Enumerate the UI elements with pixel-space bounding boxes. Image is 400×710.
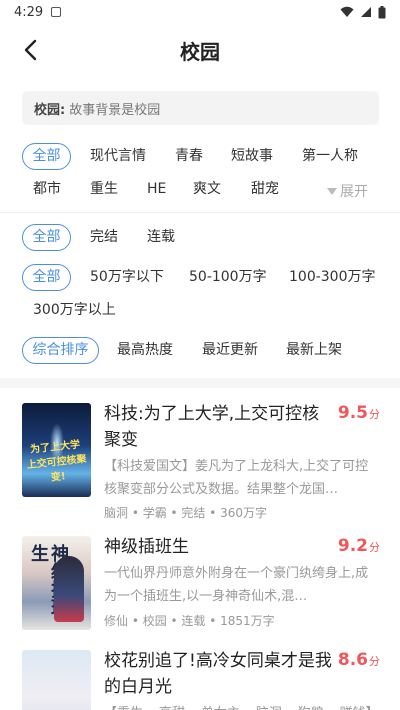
signal-icon [361, 7, 371, 17]
nav-bar: 校园 [0, 24, 400, 74]
cover-text: 为了上大学 上交可控核聚变! [26, 439, 88, 484]
divider [0, 212, 400, 213]
category-chip[interactable]: 重生 [90, 176, 118, 203]
category-chip[interactable]: 第一人称 [302, 143, 358, 170]
book-score-unit: 分 [369, 655, 380, 668]
book-item[interactable]: 神级插班生 神级插班生 9.2分 一代仙界丹师意外附身在一个豪门纨绔身上,成为一… [0, 536, 400, 662]
book-cover: 神级插班生 [22, 536, 91, 630]
page-title: 校园 [180, 40, 220, 64]
book-meta: 脑洞 • 学霸 • 完结 • 360万字 [104, 506, 268, 520]
word-count-chip[interactable]: 100-300万字 [289, 264, 376, 291]
status-bar: 4:29 [0, 0, 400, 24]
category-all-chip[interactable]: 全部 [22, 143, 71, 170]
battery-icon [378, 5, 386, 18]
status-time: 4:29 [14, 4, 44, 20]
book-score: 9.5分 [338, 403, 380, 423]
book-title: 神级插班生 [104, 537, 189, 557]
book-cover [22, 650, 91, 710]
expand-button[interactable]: 展开 [327, 181, 368, 201]
word-count-chip[interactable]: 300万字以上 [33, 297, 116, 324]
book-description: 【重生 • 高甜 • 单女主 • 脑洞 • 狗粮 • 赚钱】林夕… [104, 702, 380, 710]
tag-description-label: 校园: [34, 102, 66, 118]
category-chip[interactable]: HE [147, 176, 166, 203]
book-description: 一代仙界丹师意外附身在一个豪门纨绔身上,成为一个插班生,以一身神奇仙术,混… [104, 566, 369, 604]
book-score-value: 9.2 [337, 536, 368, 556]
book-title: 校花别追了!高冷女同桌才是我的白月光 [104, 651, 332, 697]
status-chip[interactable]: 连载 [147, 224, 175, 251]
book-score-unit: 分 [369, 408, 380, 421]
category-chip[interactable]: 现代言情 [90, 143, 146, 170]
wifi-icon [340, 6, 354, 17]
tag-description: 校园: 故事背景是校园 [22, 91, 379, 125]
category-chip[interactable]: 甜宠 [251, 176, 279, 203]
sort-chip[interactable]: 最近更新 [202, 337, 258, 364]
book-score-unit: 分 [369, 541, 380, 554]
sort-default-chip[interactable]: 综合排序 [22, 337, 99, 364]
category-chip[interactable]: 短故事 [231, 143, 273, 170]
book-description: 【科技爱国文】姜凡为了上龙科大,上交了可控核聚变部分公式及数据。结果整个龙国… [104, 459, 369, 497]
expand-label: 展开 [340, 184, 368, 200]
status-icons [340, 5, 386, 19]
word-count-chip[interactable]: 50-100万字 [189, 264, 267, 291]
section-separator [0, 378, 400, 388]
book-cover: 为了上大学 上交可控核聚变! [22, 403, 91, 497]
sort-chip[interactable]: 最新上架 [286, 337, 342, 364]
status-all-chip[interactable]: 全部 [22, 224, 71, 251]
category-chip[interactable]: 爽文 [193, 176, 221, 203]
book-meta: 修仙 • 校园 • 连载 • 1851万字 [104, 614, 275, 628]
tag-description-text: 故事背景是校园 [69, 102, 161, 118]
book-title: 科技:为了上大学,上交可控核聚变 [104, 404, 320, 450]
book-score: 9.2分 [338, 536, 380, 556]
word-count-chip[interactable]: 50万字以下 [90, 264, 164, 291]
notification-icon [51, 7, 62, 17]
category-chip[interactable]: 青春 [175, 143, 203, 170]
category-chip[interactable]: 都市 [33, 176, 61, 203]
status-chip[interactable]: 完结 [90, 224, 118, 251]
triangle-down-icon [327, 187, 337, 195]
book-item[interactable]: 校花别追了!高冷女同桌才是我的白月光 8.6分 【重生 • 高甜 • 单女主 •… [0, 650, 400, 710]
word-count-all-chip[interactable]: 全部 [22, 264, 71, 291]
book-score: 8.6分 [338, 650, 380, 670]
sort-chip[interactable]: 最高热度 [117, 337, 173, 364]
cover-figure [54, 556, 84, 622]
book-item[interactable]: 为了上大学 上交可控核聚变! 科技:为了上大学,上交可控核聚变 9.5分 【科技… [0, 403, 400, 529]
book-score-value: 9.5 [337, 403, 368, 423]
book-score-value: 8.6 [337, 650, 368, 670]
